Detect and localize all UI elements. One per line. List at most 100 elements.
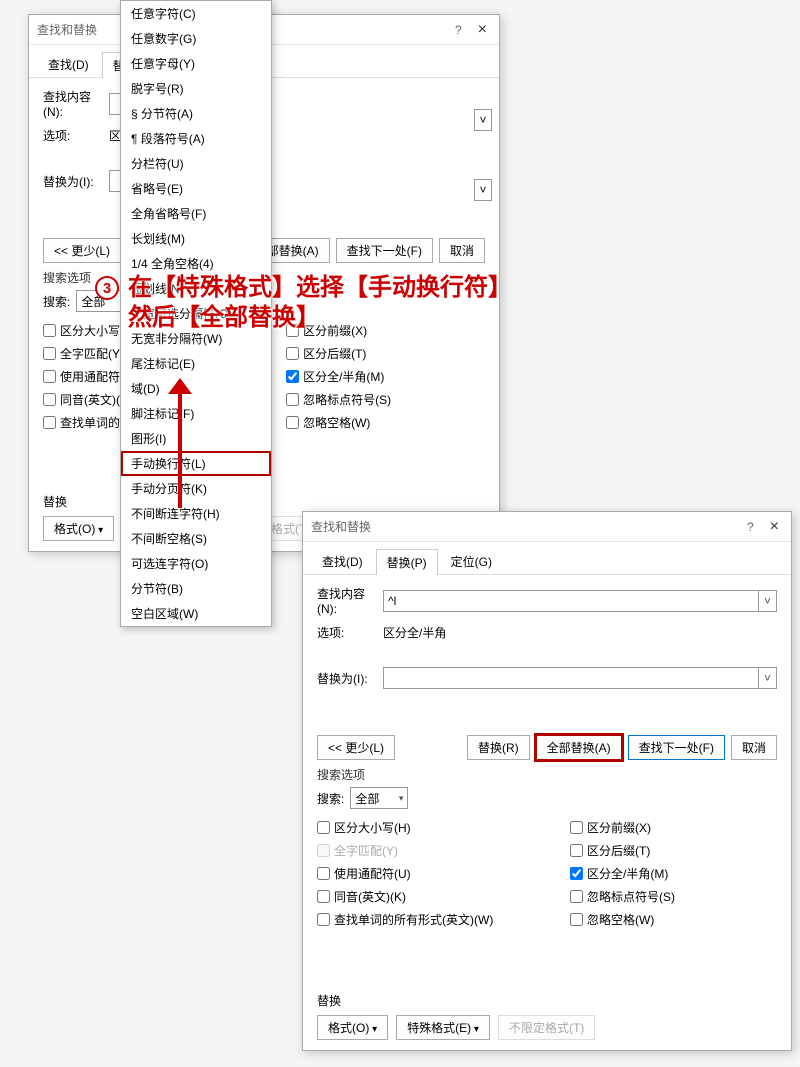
- menu-item[interactable]: 长划线(M): [121, 226, 271, 251]
- check-item[interactable]: 区分全/半角(M): [286, 368, 391, 385]
- check-label: 全字匹配(Y): [60, 345, 124, 362]
- checkbox[interactable]: [570, 913, 583, 926]
- checkbox[interactable]: [570, 867, 583, 880]
- help-icon[interactable]: ?: [455, 23, 462, 37]
- menu-item[interactable]: 手动分页符(K): [121, 476, 271, 501]
- checkbox[interactable]: [317, 867, 330, 880]
- menu-item[interactable]: 图形(I): [121, 426, 271, 451]
- check-label: 区分前缀(X): [587, 819, 651, 836]
- checkbox[interactable]: [286, 416, 299, 429]
- checkbox[interactable]: [286, 393, 299, 406]
- check-item[interactable]: 查找单词的所有形式(英文)(W): [317, 911, 570, 928]
- menu-item[interactable]: 全角省略号(F): [121, 201, 271, 226]
- dialog-title: 查找和替换: [311, 518, 747, 535]
- tab-goto[interactable]: 定位(G): [440, 548, 503, 574]
- format-button[interactable]: 格式(O): [317, 1015, 388, 1040]
- annotation-text: 在【特殊格式】选择【手动换行符】 然后【全部替换】: [128, 273, 512, 333]
- search-scope-value: 全部: [355, 790, 379, 807]
- help-icon[interactable]: ?: [747, 520, 754, 534]
- menu-item[interactable]: § 分节符(A): [121, 101, 271, 126]
- cancel-button[interactable]: 取消: [439, 238, 485, 263]
- tab-find[interactable]: 查找(D): [311, 548, 374, 574]
- check-item[interactable]: 使用通配符(U): [317, 865, 570, 882]
- menu-item[interactable]: 任意数字(G): [121, 26, 271, 51]
- check-label: 忽略空格(W): [303, 414, 370, 431]
- check-item[interactable]: 区分全/半角(M): [570, 865, 675, 882]
- chevron-down-icon[interactable]: ˅: [758, 668, 776, 688]
- less-button[interactable]: << 更少(L): [43, 238, 121, 263]
- menu-item[interactable]: 任意字母(Y): [121, 51, 271, 76]
- checkbox[interactable]: [43, 324, 56, 337]
- check-label: 使用通配符(U): [334, 865, 411, 882]
- checkbox[interactable]: [570, 844, 583, 857]
- check-item[interactable]: 同音(英文)(K): [317, 888, 570, 905]
- check-label: 区分后缀(T): [303, 345, 366, 362]
- menu-item[interactable]: 空白区域(W): [121, 601, 271, 626]
- less-button[interactable]: << 更少(L): [317, 735, 395, 760]
- tab-replace[interactable]: 替换(P): [376, 549, 438, 575]
- replace-combo-arrow[interactable]: ˅: [474, 179, 492, 201]
- no-format-button: 不限定格式(T): [498, 1015, 595, 1040]
- checkbox[interactable]: [317, 821, 330, 834]
- checkbox[interactable]: [317, 913, 330, 926]
- find-combo-arrow[interactable]: ˅: [474, 109, 492, 131]
- checkbox[interactable]: [43, 370, 56, 383]
- find-what-input[interactable]: ˅: [383, 590, 777, 612]
- menu-item[interactable]: 不间断空格(S): [121, 526, 271, 551]
- checkbox[interactable]: [286, 347, 299, 360]
- check-item[interactable]: 区分后缀(T): [286, 345, 391, 362]
- menu-item[interactable]: 可选连字符(O): [121, 551, 271, 576]
- checkbox[interactable]: [43, 393, 56, 406]
- chevron-down-icon[interactable]: ˅: [758, 591, 776, 611]
- menu-item[interactable]: ¶ 段落符号(A): [121, 126, 271, 151]
- check-label: 全字匹配(Y): [334, 842, 398, 859]
- check-label: 区分大小写(H): [334, 819, 411, 836]
- replace-with-field[interactable]: [384, 668, 758, 688]
- step-badge: 3: [95, 276, 119, 300]
- menu-item[interactable]: 分栏符(U): [121, 151, 271, 176]
- find-next-button[interactable]: 查找下一处(F): [628, 735, 725, 760]
- replace-button[interactable]: 替换(R): [467, 735, 530, 760]
- menu-item[interactable]: 脱字号(R): [121, 76, 271, 101]
- menu-item[interactable]: 域(D): [121, 376, 271, 401]
- menu-item[interactable]: 分节符(B): [121, 576, 271, 601]
- tabs: 查找(D) 替换(P) 定位(G): [303, 542, 791, 575]
- check-label: 忽略标点符号(S): [303, 391, 391, 408]
- checkbox[interactable]: [570, 890, 583, 903]
- checkbox[interactable]: [43, 347, 56, 360]
- close-icon[interactable]: ×: [766, 518, 783, 536]
- check-item[interactable]: 忽略标点符号(S): [570, 888, 675, 905]
- checkbox[interactable]: [43, 416, 56, 429]
- check-item[interactable]: 区分前缀(X): [570, 819, 675, 836]
- find-replace-dialog-2: 查找和替换 ? × 查找(D) 替换(P) 定位(G) 查找内容(N): ˅ 选…: [302, 511, 792, 1051]
- cancel-button[interactable]: 取消: [731, 735, 777, 760]
- check-item[interactable]: 忽略标点符号(S): [286, 391, 391, 408]
- find-what-field[interactable]: [384, 591, 758, 611]
- search-scope-label: 搜索:: [317, 790, 344, 807]
- replace-all-button[interactable]: 全部替换(A): [536, 735, 622, 760]
- menu-item[interactable]: 手动换行符(L): [121, 451, 271, 476]
- menu-item[interactable]: 省略号(E): [121, 176, 271, 201]
- search-options-legend: 搜索选项: [317, 766, 777, 783]
- find-next-button[interactable]: 查找下一处(F): [336, 238, 433, 263]
- find-what-label: 查找内容(N):: [317, 585, 383, 616]
- checkbox[interactable]: [286, 370, 299, 383]
- format-button[interactable]: 格式(O): [43, 516, 114, 541]
- tab-find[interactable]: 查找(D): [37, 51, 100, 77]
- menu-item[interactable]: 脚注标记(F): [121, 401, 271, 426]
- close-icon[interactable]: ×: [474, 21, 491, 39]
- check-item[interactable]: 区分后缀(T): [570, 842, 675, 859]
- check-item[interactable]: 忽略空格(W): [570, 911, 675, 928]
- special-format-button[interactable]: 特殊格式(E): [396, 1015, 490, 1040]
- check-label: 忽略标点符号(S): [587, 888, 675, 905]
- search-options-checks: 区分大小写(H) 全字匹配(Y) 使用通配符(U) 同音(英文)(K) 查找单词的所有形…: [317, 819, 777, 928]
- check-item[interactable]: 区分大小写(H): [317, 819, 570, 836]
- checkbox[interactable]: [570, 821, 583, 834]
- menu-item[interactable]: 尾注标记(E): [121, 351, 271, 376]
- replace-with-input[interactable]: ˅: [383, 667, 777, 689]
- search-scope-select[interactable]: 全部 ▾: [350, 787, 408, 809]
- menu-item[interactable]: 不间断连字符(H): [121, 501, 271, 526]
- checkbox[interactable]: [317, 890, 330, 903]
- check-item[interactable]: 忽略空格(W): [286, 414, 391, 431]
- menu-item[interactable]: 任意字符(C): [121, 1, 271, 26]
